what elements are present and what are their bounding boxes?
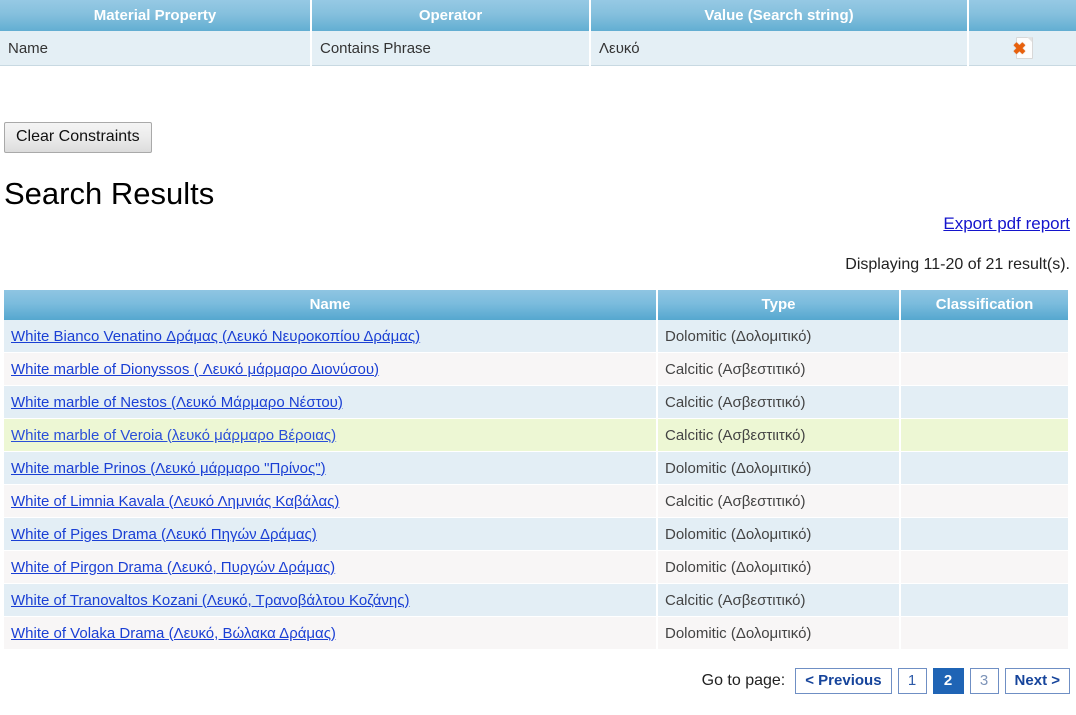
column-header-operator: Operator [311,0,591,31]
column-header-material-property: Material Property [0,0,312,31]
result-classification-cell [900,451,1068,485]
constraint-delete-cell[interactable]: ✖ [968,31,1076,66]
result-type-cell: Calcitic (Ασβεστιτικό) [657,484,901,518]
export-pdf-report-link[interactable]: Export pdf report [943,214,1070,234]
result-name-cell: White marble Prinos (Λευκό μάρμαρο "Πρίν… [4,451,658,485]
result-type-cell: Calcitic (Ασβεστιτικό) [657,385,901,419]
table-row[interactable]: White of Pirgon Drama (Λευκό, Πυργών Δρά… [4,550,1068,584]
table-row-highlighted[interactable]: White marble of Veroia (λευκό μάρμαρο Βέ… [4,418,1068,452]
table-row[interactable]: White of Piges Drama (Λευκό Πηγών Δράμας… [4,517,1068,551]
clear-constraints-button[interactable]: Clear Constraints [4,122,152,153]
pagination-previous-button[interactable]: < Previous [795,668,892,695]
table-row[interactable]: White marble of Nestos (Λευκό Μάρμαρο Νέ… [4,385,1068,419]
result-name-link[interactable]: White marble of Veroia (λευκό μάρμαρο Βέ… [11,427,336,444]
result-classification-cell [900,385,1068,419]
result-name-link[interactable]: White of Limnia Kavala (Λευκό Λημνιάς Κα… [11,493,339,510]
result-name-cell: White marble of Veroia (λευκό μάρμαρο Βέ… [4,418,658,452]
result-name-cell: White of Volaka Drama (Λευκό, Βώλακα Δρά… [4,616,658,650]
result-classification-cell [900,484,1068,518]
pagination-next-button[interactable]: Next > [1004,668,1070,695]
result-classification-cell [900,616,1068,650]
result-type-cell: Dolomitic (Δολομιτικό) [657,451,901,485]
result-type-cell: Calcitic (Ασβεστιιτκό) [657,418,901,452]
result-classification-cell [900,418,1068,452]
result-name-cell: White of Tranovaltos Kozani (Λευκό, Τραν… [4,583,658,617]
result-classification-cell [900,320,1068,353]
table-row[interactable]: White of Limnia Kavala (Λευκό Λημνιάς Κα… [4,484,1068,518]
table-row[interactable]: White marble of Dionyssos ( Λευκό μάρμαρ… [4,352,1068,386]
constraint-operator-cell: Contains Phrase [311,31,591,66]
result-name-link[interactable]: White of Pirgon Drama (Λευκό, Πυργών Δρά… [11,559,335,576]
result-name-cell: White of Limnia Kavala (Λευκό Λημνιάς Κα… [4,484,658,518]
column-header-actions [968,0,1076,31]
table-row[interactable]: White marble Prinos (Λευκό μάρμαρο "Πρίν… [4,451,1068,485]
result-type-cell: Dolomitic (Δολομιτικό) [657,517,901,551]
pagination-page-3[interactable]: 3 [969,668,999,695]
result-classification-cell [900,352,1068,386]
constraints-header-row: Material Property Operator Value (Search… [0,0,1076,31]
result-type-cell: Dolomitic (Δολομιτικό) [657,550,901,584]
result-type-cell: Dolomitic (Δολομιτικό) [657,320,901,353]
column-header-classification[interactable]: Classification [900,290,1068,320]
constraint-row: Name Contains Phrase Λευκό ✖ [0,31,1076,66]
result-name-cell: White Bianco Venatino Δράμας (Λευκό Νευρ… [4,320,658,353]
result-type-cell: Calcitic (Ασβεστιτικό) [657,352,901,386]
result-name-link[interactable]: White of Tranovaltos Kozani (Λευκό, Τραν… [11,592,410,609]
constraint-value-cell: Λευκό [590,31,969,66]
result-name-cell: White marble of Dionyssos ( Λευκό μάρμαρ… [4,352,658,386]
result-name-link[interactable]: White of Volaka Drama (Λευκό, Βώλακα Δρά… [11,625,336,642]
result-classification-cell [900,583,1068,617]
result-type-cell: Calcitic (Ασβεστιτικό) [657,583,901,617]
x-mark: ✖ [1012,41,1027,58]
result-name-link[interactable]: White marble of Dionyssos ( Λευκό μάρμαρ… [11,361,379,378]
result-name-link[interactable]: White Bianco Venatino Δράμας (Λευκό Νευρ… [11,328,420,345]
constraints-table: Material Property Operator Value (Search… [0,0,1076,66]
clear-constraints-row: Clear Constraints [4,122,152,153]
table-row[interactable]: White Bianco Venatino Δράμας (Λευκό Νευρ… [4,320,1068,353]
result-name-link[interactable]: White marble Prinos (Λευκό μάρμαρο "Πρίν… [11,460,326,477]
result-type-cell: Dolomitic (Δολομιτικό) [657,616,901,650]
column-header-name[interactable]: Name [4,290,658,320]
result-name-cell: White marble of Nestos (Λευκό Μάρμαρο Νέ… [4,385,658,419]
constraints-section: Material Property Operator Value (Search… [0,0,1076,66]
search-results-table: Name Type Classification White Bianco Ve… [4,290,1068,650]
result-name-link[interactable]: White marble of Nestos (Λευκό Μάρμαρο Νέ… [11,394,343,411]
results-count-text: Displaying 11-20 of 21 result(s). [845,256,1070,273]
constraint-property-cell: Name [0,31,312,66]
results-header-row: Name Type Classification [4,290,1068,320]
table-row[interactable]: White of Tranovaltos Kozani (Λευκό, Τραν… [4,583,1068,617]
page-title: Search Results [4,176,215,211]
column-header-type[interactable]: Type [657,290,901,320]
search-results-section: Name Type Classification White Bianco Ve… [4,290,1068,650]
result-name-cell: White of Piges Drama (Λευκό Πηγών Δράμας… [4,517,658,551]
result-classification-cell [900,550,1068,584]
pagination-page-2-current[interactable]: 2 [932,668,964,695]
delete-constraint-icon[interactable]: ✖ [1013,37,1033,59]
pagination-label: Go to page: [701,672,786,690]
pagination-page-1[interactable]: 1 [897,668,927,695]
column-header-value: Value (Search string) [590,0,969,31]
table-row[interactable]: White of Volaka Drama (Λευκό, Βώλακα Δρά… [4,616,1068,650]
result-classification-cell [900,517,1068,551]
pagination: Go to page: < Previous 1 2 3 Next > [701,668,1070,695]
result-name-link[interactable]: White of Piges Drama (Λευκό Πηγών Δράμας… [11,526,317,543]
result-name-cell: White of Pirgon Drama (Λευκό, Πυργών Δρά… [4,550,658,584]
page-fold-shape [1026,37,1032,42]
